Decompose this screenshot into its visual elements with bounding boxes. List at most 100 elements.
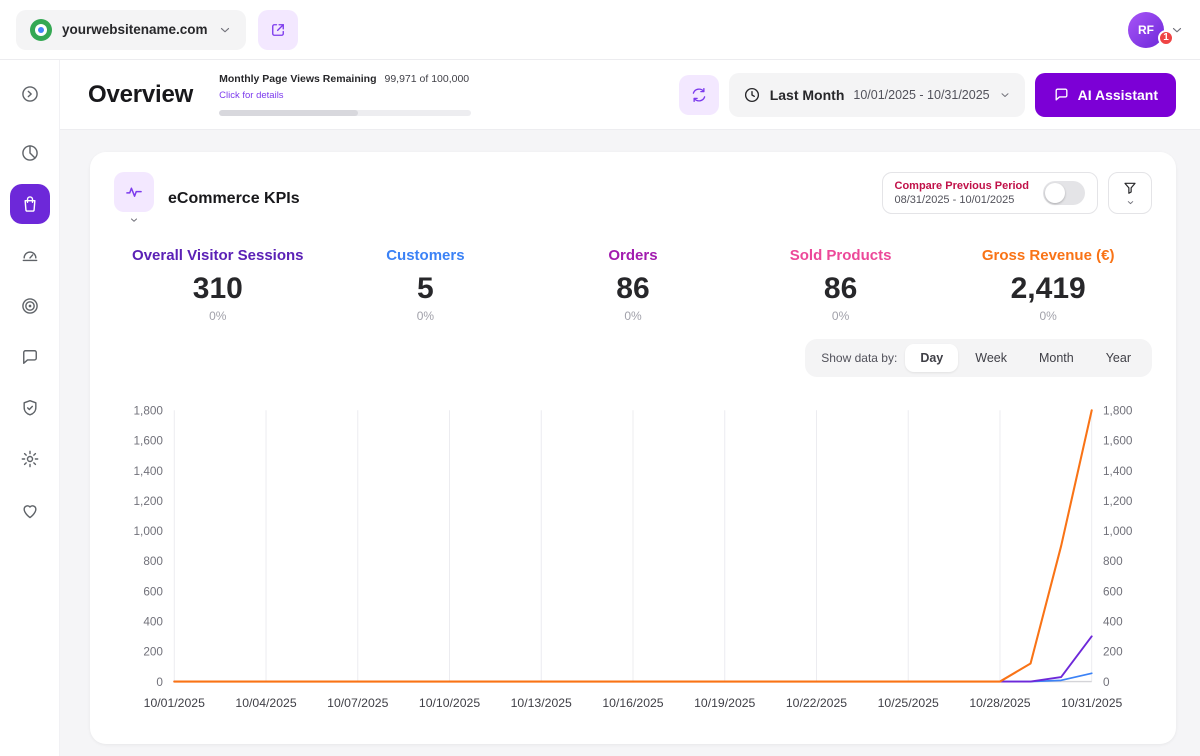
funnel-icon [1122, 180, 1138, 196]
svg-text:10/16/2025: 10/16/2025 [602, 696, 663, 710]
chevron-down-icon [1126, 198, 1135, 207]
quota-progress-track [219, 110, 471, 116]
kpi-label: Sold Products [737, 247, 945, 264]
sidebar-item-support[interactable] [10, 490, 50, 530]
quota-label: Monthly Page Views Remaining [219, 73, 376, 85]
kpi-overall-visitor-sessions[interactable]: Overall Visitor Sessions3100% [114, 247, 322, 323]
svg-text:800: 800 [1103, 555, 1123, 568]
activity-icon [114, 172, 154, 212]
show-data-by-year[interactable]: Year [1091, 344, 1146, 372]
compare-range: 08/31/2025 - 10/01/2025 [895, 194, 1030, 206]
show-data-by-day[interactable]: Day [905, 344, 958, 372]
kpi-gross-revenue[interactable]: Gross Revenue (€)2,4190% [944, 247, 1152, 323]
analytics-icon [20, 143, 40, 163]
shield-check-icon [20, 398, 40, 418]
sidebar-item-goals[interactable] [10, 286, 50, 326]
svg-text:10/25/2025: 10/25/2025 [878, 696, 939, 710]
svg-text:1,400: 1,400 [1103, 465, 1133, 478]
site-name: yourwebsitename.com [62, 22, 208, 37]
svg-text:200: 200 [1103, 646, 1123, 659]
svg-text:1,200: 1,200 [134, 495, 164, 508]
kpi-label: Gross Revenue (€) [944, 247, 1152, 264]
svg-text:10/22/2025: 10/22/2025 [786, 696, 847, 710]
svg-text:600: 600 [1103, 585, 1123, 598]
quota-details-link[interactable]: Click for details [219, 90, 283, 101]
page-header: Overview Monthly Page Views Remaining 99… [60, 60, 1200, 130]
svg-text:0: 0 [1103, 676, 1110, 689]
show-data-by-label: Show data by: [821, 351, 897, 365]
content-area: eCommerce KPIs Compare Previous Period 0… [60, 130, 1200, 756]
speedometer-icon [20, 245, 40, 265]
sidebar-item-settings[interactable] [10, 439, 50, 479]
ai-assistant-button[interactable]: AI Assistant [1035, 73, 1176, 117]
compare-toggle[interactable] [1043, 181, 1085, 205]
svg-text:1,600: 1,600 [134, 435, 164, 448]
svg-text:800: 800 [143, 555, 163, 568]
period-preset-label: Last Month [770, 87, 845, 103]
clock-icon [743, 86, 761, 104]
svg-text:10/07/2025: 10/07/2025 [327, 696, 388, 710]
sidebar-item-analytics[interactable] [10, 133, 50, 173]
refresh-button[interactable] [679, 75, 719, 115]
quota-value: 99,971 of 100,000 [384, 73, 469, 85]
svg-text:1,400: 1,400 [134, 465, 164, 478]
chevron-down-icon [218, 23, 232, 37]
svg-text:10/31/2025: 10/31/2025 [1061, 696, 1122, 710]
svg-text:1,000: 1,000 [1103, 525, 1133, 538]
compare-previous-period: Compare Previous Period 08/31/2025 - 10/… [882, 172, 1099, 214]
svg-text:1,800: 1,800 [134, 405, 164, 418]
date-range-selector[interactable]: Last Month 10/01/2025 - 10/31/2025 [729, 73, 1025, 117]
notification-badge: 1 [1158, 30, 1174, 46]
chevron-down-icon [129, 215, 139, 225]
kpi-value: 86 [737, 272, 945, 306]
refresh-icon [690, 86, 708, 104]
site-selector[interactable]: yourwebsitename.com [16, 10, 246, 50]
kpi-label: Customers [322, 247, 530, 264]
kpi-row: Overall Visitor Sessions3100%Customers50… [114, 247, 1152, 323]
kpi-orders[interactable]: Orders860% [529, 247, 737, 323]
collapse-icon [20, 84, 40, 104]
show-data-by-control: Show data by: DayWeekMonthYear [805, 339, 1152, 377]
chat-icon [20, 347, 40, 367]
ai-assistant-label: AI Assistant [1078, 87, 1158, 103]
target-icon [20, 296, 40, 316]
svg-text:10/04/2025: 10/04/2025 [235, 696, 296, 710]
kpi-label: Orders [529, 247, 737, 264]
gear-icon [20, 449, 40, 469]
page-title: Overview [88, 81, 193, 109]
period-range-label: 10/01/2025 - 10/31/2025 [853, 88, 989, 102]
filter-button[interactable] [1108, 172, 1152, 214]
quota-progress-fill [219, 110, 358, 116]
svg-text:1,600: 1,600 [1103, 435, 1133, 448]
svg-text:10/10/2025: 10/10/2025 [419, 696, 480, 710]
svg-text:0: 0 [156, 676, 163, 689]
kpi-delta: 0% [737, 309, 945, 323]
sidebar-item-feedback[interactable] [10, 337, 50, 377]
sidebar-item-collapse[interactable] [10, 74, 50, 114]
chevron-down-icon [999, 89, 1011, 101]
sidebar-item-ecommerce[interactable] [10, 184, 50, 224]
kpi-delta: 0% [322, 309, 530, 323]
kpi-delta: 0% [114, 309, 322, 323]
card-icon-button[interactable] [114, 172, 154, 225]
kpi-value: 5 [322, 272, 530, 306]
kpi-customers[interactable]: Customers 5 0% [322, 247, 530, 323]
quota-widget: Monthly Page Views Remaining 99,971 of 1… [219, 73, 471, 116]
kpi-value: 2,419 [944, 272, 1152, 306]
svg-text:10/19/2025: 10/19/2025 [694, 696, 755, 710]
svg-text:1,000: 1,000 [134, 525, 164, 538]
svg-text:600: 600 [143, 585, 163, 598]
show-data-by-month[interactable]: Month [1024, 344, 1089, 372]
show-data-by-week[interactable]: Week [960, 344, 1022, 372]
svg-text:200: 200 [143, 646, 163, 659]
kpi-value: 86 [529, 272, 737, 306]
open-site-button[interactable] [258, 10, 298, 50]
kpi-sold-products[interactable]: Sold Products 86 0% [737, 247, 945, 323]
sidebar-item-performance[interactable] [10, 235, 50, 275]
external-link-icon [269, 21, 287, 39]
account-menu[interactable]: RF 1 [1128, 12, 1184, 48]
card-title: eCommerce KPIs [168, 190, 300, 208]
svg-text:10/13/2025: 10/13/2025 [511, 696, 572, 710]
sidebar-item-security[interactable] [10, 388, 50, 428]
shopping-bag-icon [20, 194, 40, 214]
